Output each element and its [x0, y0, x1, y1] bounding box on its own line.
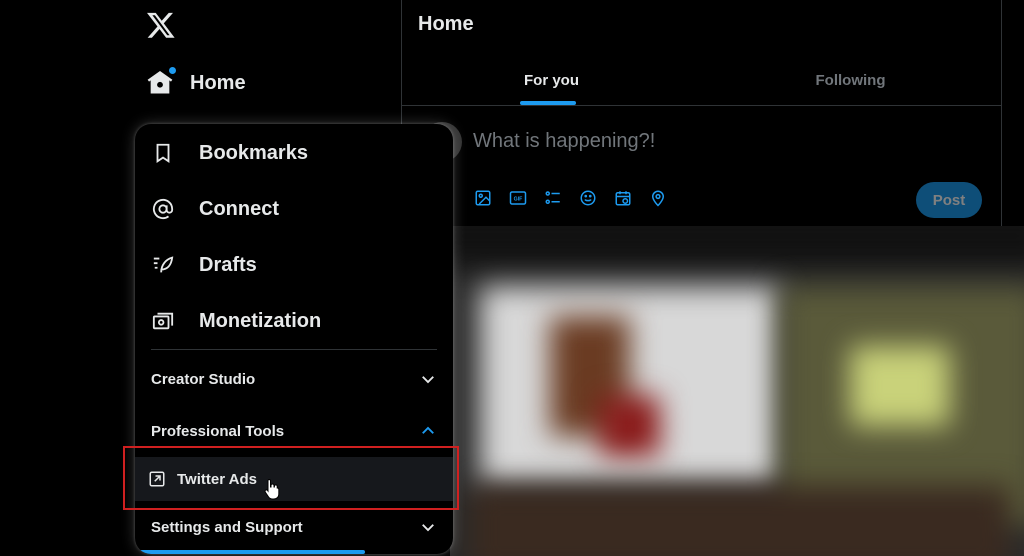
page-title: Home: [418, 13, 474, 35]
timeline-tabs: For you Following: [402, 56, 1001, 106]
post-button[interactable]: Post: [916, 182, 982, 218]
menu-item-bookmarks[interactable]: Bookmarks: [135, 125, 453, 181]
menu-item-drafts[interactable]: Drafts: [135, 237, 453, 293]
tab-for-you-label: For you: [524, 72, 579, 89]
notification-dot: [169, 67, 176, 74]
post-button-edge[interactable]: [135, 550, 365, 554]
nav-home-item[interactable]: Home: [146, 62, 246, 104]
emoji-icon[interactable]: [578, 188, 598, 208]
more-menu-popup: Bookmarks Connect Drafts Monetization Cr…: [135, 124, 453, 554]
nav-home-label: Home: [190, 71, 246, 94]
section-label: Settings and Support: [151, 518, 303, 536]
menu-item-twitter-ads[interactable]: Twitter Ads: [135, 457, 453, 501]
gif-icon[interactable]: GIF: [508, 188, 528, 208]
section-creator-studio[interactable]: Creator Studio: [135, 353, 453, 405]
section-label: Professional Tools: [151, 422, 285, 440]
twitter-ads-label: Twitter Ads: [177, 470, 258, 488]
menu-item-monetization[interactable]: Monetization: [135, 293, 453, 349]
schedule-icon[interactable]: [613, 188, 633, 208]
main-column: Home For you Following What is happening…: [401, 0, 1002, 226]
active-tab-indicator: [520, 101, 576, 105]
tab-following[interactable]: Following: [701, 56, 1000, 105]
menu-item-label: Connect: [199, 197, 279, 220]
x-logo-icon[interactable]: [146, 10, 176, 44]
external-link-icon: [149, 471, 165, 487]
blurred-post-media: [450, 226, 1024, 556]
section-settings-support[interactable]: Settings and Support: [135, 501, 453, 553]
location-icon[interactable]: [648, 188, 668, 208]
compose-input[interactable]: What is happening?!: [473, 130, 655, 153]
chevron-down-icon: [422, 524, 434, 532]
menu-item-connect[interactable]: Connect: [135, 181, 453, 237]
tab-following-label: Following: [815, 72, 886, 89]
chevron-up-icon: [422, 426, 434, 434]
tab-for-you[interactable]: For you: [402, 56, 701, 105]
compose-toolbar: GIF: [473, 188, 668, 208]
menu-item-label: Bookmarks: [199, 141, 308, 164]
money-icon: [151, 309, 175, 333]
menu-item-label: Drafts: [199, 253, 257, 276]
chevron-down-icon: [422, 376, 434, 384]
poll-icon[interactable]: [543, 188, 563, 208]
section-professional-tools[interactable]: Professional Tools: [135, 405, 453, 457]
drafts-icon: [151, 253, 175, 277]
image-icon[interactable]: [473, 188, 493, 208]
menu-item-label: Monetization: [199, 309, 322, 332]
hand-cursor-icon: [264, 478, 280, 500]
at-icon: [151, 197, 175, 221]
section-label: Creator Studio: [151, 370, 256, 388]
bookmark-icon: [151, 141, 175, 165]
home-icon: [146, 67, 176, 97]
svg-text:GIF: GIF: [514, 197, 524, 203]
menu-divider: [151, 349, 437, 350]
